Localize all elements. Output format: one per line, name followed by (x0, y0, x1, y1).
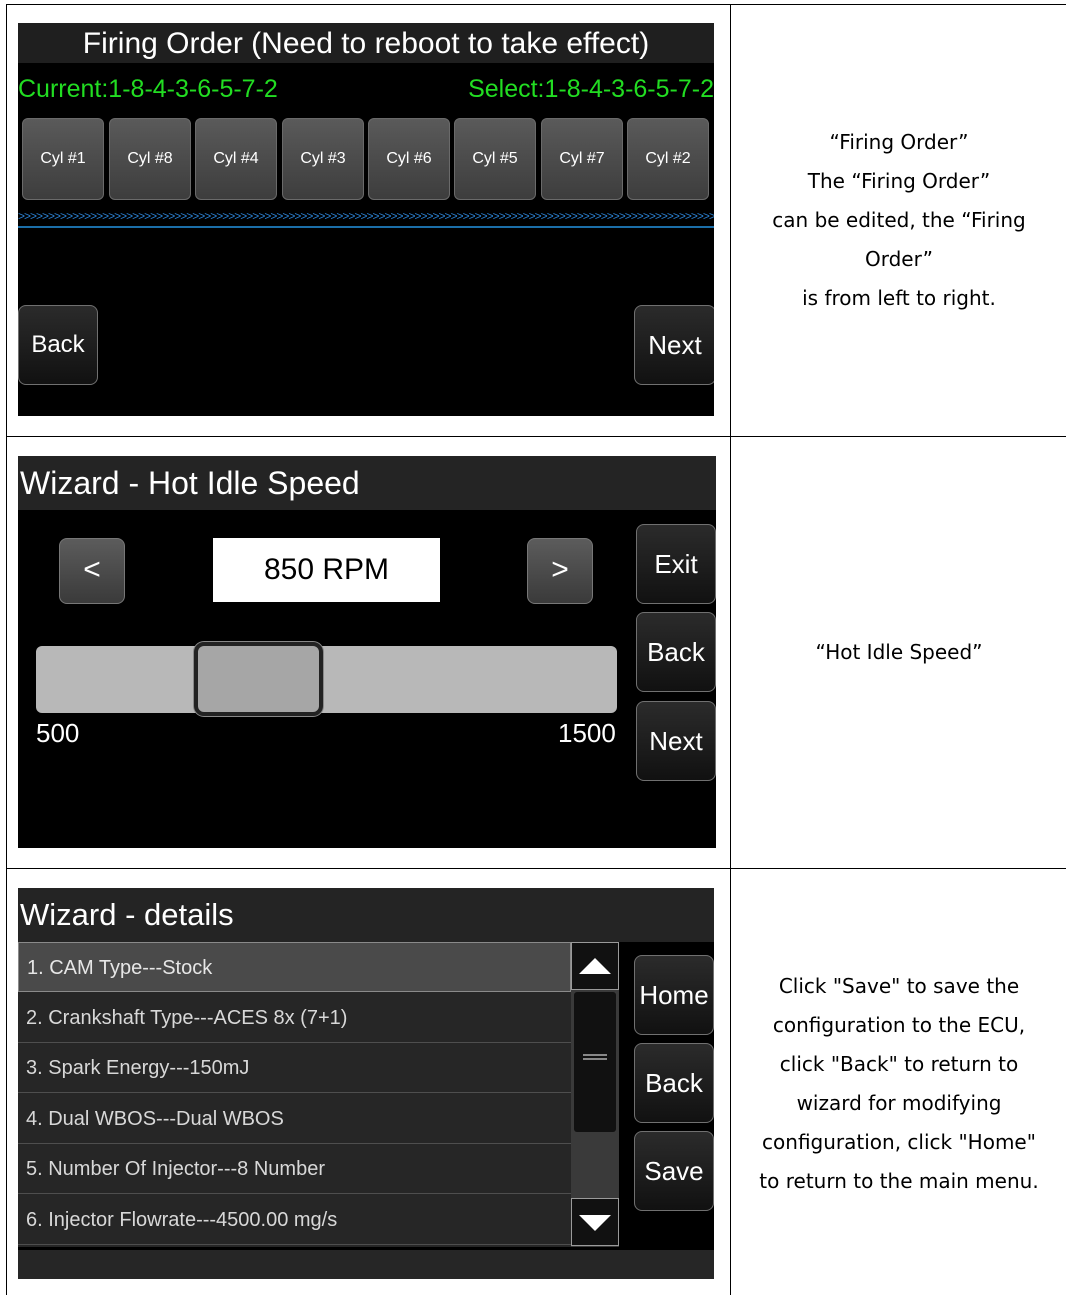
cylinder-button[interactable]: Cyl #2 (627, 118, 709, 200)
list-item[interactable]: 3. Spark Energy---150mJ (18, 1043, 571, 1093)
selected-firing-order: Select:1-8-4-3-6-5-7-2 (468, 75, 714, 103)
description-line: to return to the main menu. (759, 1169, 1039, 1193)
description-line: Order” (864, 247, 934, 271)
screen-title: Firing Order (Need to reboot to take eff… (18, 23, 714, 63)
rpm-value-display: 850 RPM (213, 538, 440, 602)
description-line: The “Firing Order” (807, 169, 991, 193)
cylinder-button[interactable]: Cyl #8 (109, 118, 191, 200)
description-line: is from left to right. (802, 286, 996, 310)
firing-sequence-arrows: >>>>>>>>>>>>>>>>>>>>>>>>>>>>>>>>>>>>>>>>… (18, 209, 714, 223)
screen-title: Wizard - details (18, 888, 714, 942)
list-item[interactable]: 1. CAM Type---Stock (18, 942, 571, 992)
bottom-status-bar (18, 1250, 714, 1279)
back-button[interactable]: Back (636, 612, 716, 692)
scroll-down-button[interactable] (571, 1198, 619, 1246)
firing-order-description: “Firing Order” The “Firing Order” can be… (732, 123, 1066, 318)
list-item[interactable]: 6. Injector Flowrate---4500.00 mg/s (18, 1195, 571, 1245)
description-line: can be edited, the “Firing (772, 208, 1026, 232)
increment-button[interactable]: > (527, 538, 593, 604)
description-line: wizard for modifying (796, 1091, 1002, 1115)
table-row-divider-2 (6, 868, 1066, 869)
back-button[interactable]: Back (18, 305, 98, 385)
home-button[interactable]: Home (634, 955, 714, 1035)
exit-button[interactable]: Exit (636, 524, 716, 604)
scrollbar-grip-icon (583, 1054, 607, 1060)
save-button[interactable]: Save (634, 1131, 714, 1211)
list-item[interactable]: 4. Dual WBOS---Dual WBOS (18, 1094, 571, 1144)
rpm-slider-track[interactable] (36, 646, 617, 713)
arrow-up-icon (579, 958, 611, 974)
table-border-top (6, 4, 1066, 5)
next-button[interactable]: Next (634, 305, 714, 385)
slider-min-label: 500 (36, 718, 80, 748)
arrow-down-icon (579, 1215, 611, 1231)
cylinder-button[interactable]: Cyl #5 (454, 118, 536, 200)
slider-max-label: 1500 (558, 718, 616, 748)
table-column-divider (730, 4, 731, 1295)
sequence-line (18, 226, 714, 228)
scroll-up-button[interactable] (571, 942, 619, 990)
cylinder-button[interactable]: Cyl #1 (22, 118, 104, 200)
list-item[interactable]: 5. Number Of Injector---8 Number (18, 1144, 571, 1194)
description-line: configuration, click "Home" (762, 1130, 1036, 1154)
cylinder-button[interactable]: Cyl #7 (541, 118, 623, 200)
wizard-details-screen: Wizard - details 1. CAM Type---Stock 2. … (18, 888, 714, 1279)
next-button[interactable]: Next (636, 701, 716, 781)
back-button[interactable]: Back (634, 1043, 714, 1123)
description-line: click "Back" to return to (779, 1052, 1019, 1076)
cylinder-button[interactable]: Cyl #6 (368, 118, 450, 200)
screen-title: Wizard - Hot Idle Speed (18, 456, 716, 510)
description-line: “Hot Idle Speed” (815, 640, 983, 664)
table-row-divider-1 (6, 436, 1066, 437)
hot-idle-speed-screen: Wizard - Hot Idle Speed < 850 RPM > 500 … (18, 456, 716, 848)
hot-idle-speed-description: “Hot Idle Speed” (732, 633, 1066, 672)
decrement-button[interactable]: < (59, 538, 125, 604)
rpm-slider-handle[interactable] (194, 642, 324, 716)
description-line: configuration to the ECU, (772, 1013, 1026, 1037)
firing-order-screen: Firing Order (Need to reboot to take eff… (18, 23, 714, 416)
current-firing-order: Current:1-8-4-3-6-5-7-2 (18, 75, 278, 103)
details-list: 1. CAM Type---Stock 2. Crankshaft Type--… (18, 942, 571, 1247)
list-item[interactable]: 2. Crankshaft Type---ACES 8x (7+1) (18, 993, 571, 1043)
scrollbar-thumb[interactable] (574, 992, 616, 1132)
description-line: Click "Save" to save the (778, 974, 1020, 998)
table-border-left (6, 4, 7, 1295)
wizard-details-description: Click "Save" to save the configuration t… (732, 967, 1066, 1201)
cylinder-button[interactable]: Cyl #4 (195, 118, 277, 200)
description-line: “Firing Order” (829, 130, 969, 154)
cylinder-button[interactable]: Cyl #3 (282, 118, 364, 200)
